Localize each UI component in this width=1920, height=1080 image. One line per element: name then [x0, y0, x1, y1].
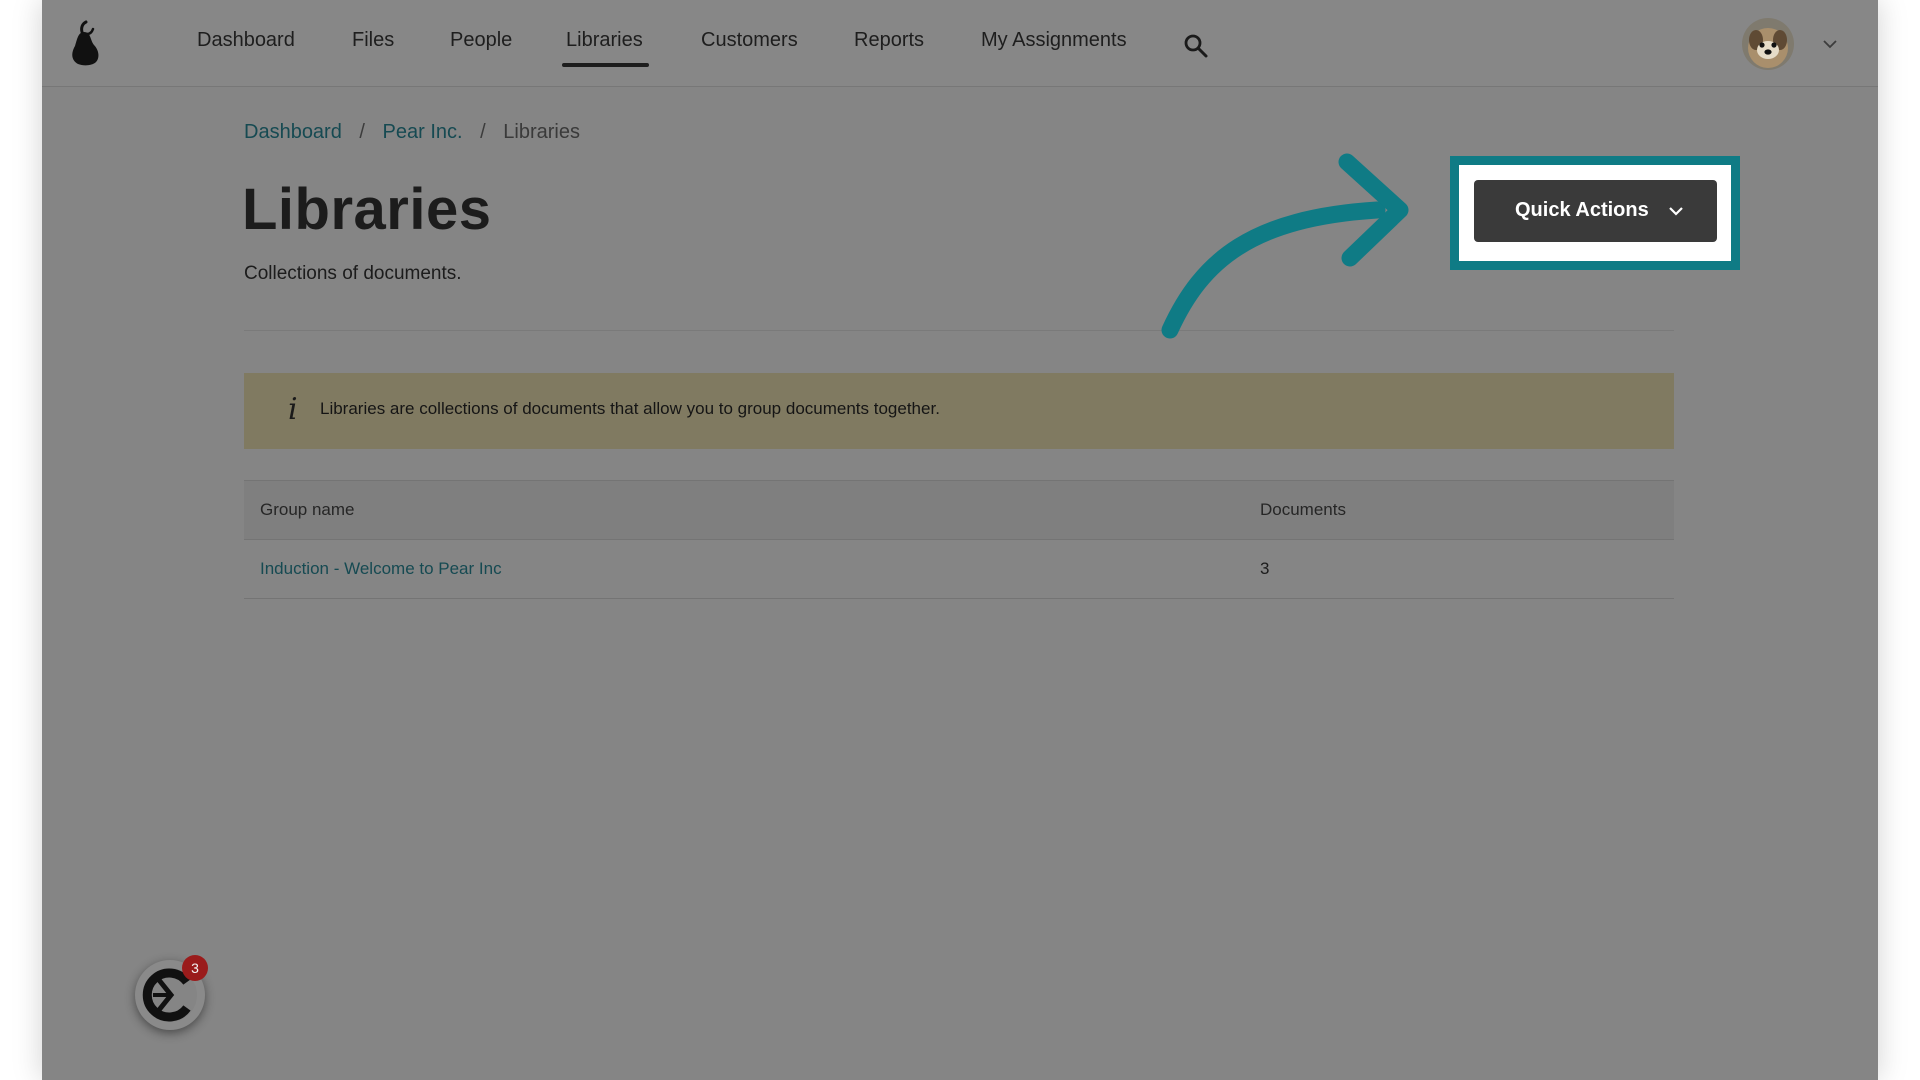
nav-dashboard[interactable]: Dashboard [197, 29, 295, 52]
info-icon: i [288, 392, 298, 427]
quick-actions-label: Quick Actions [1515, 199, 1649, 221]
avatar-image [1742, 18, 1794, 70]
avatar[interactable] [1742, 18, 1794, 70]
active-tab-indicator [562, 63, 649, 67]
document-count: 3 [1260, 559, 1270, 578]
divider [244, 330, 1674, 331]
column-header-group-name[interactable]: Group name [260, 500, 355, 520]
chevron-down-icon [1669, 207, 1683, 216]
info-banner: i Libraries are collections of documents… [244, 373, 1674, 449]
nav-people[interactable]: People [450, 29, 512, 52]
breadcrumb-libraries: Libraries [503, 121, 580, 143]
group-name-link[interactable]: Induction - Welcome to Pear Inc [260, 559, 502, 579]
search-icon[interactable] [1183, 33, 1209, 59]
page: Dashboard Files People Libraries Custome… [0, 0, 1920, 1080]
notification-badge[interactable]: 3 [182, 955, 208, 981]
table-header: Group name Documents [244, 480, 1674, 540]
info-text: Libraries are collections of documents t… [320, 399, 940, 418]
libraries-table: Group name Documents Induction - Welcome… [244, 480, 1674, 599]
nav-reports[interactable]: Reports [854, 29, 924, 52]
quick-actions-button[interactable]: Quick Actions [1474, 180, 1717, 242]
page-subtitle: Collections of documents. [244, 263, 462, 284]
breadcrumb: Dashboard / Pear Inc. / Libraries [244, 121, 580, 144]
page-title: Libraries [242, 177, 492, 242]
breadcrumb-pear-inc[interactable]: Pear Inc. [383, 121, 463, 143]
annotation-arrow [1161, 153, 1409, 339]
nav-files[interactable]: Files [352, 29, 394, 52]
breadcrumb-separator: / [359, 121, 365, 143]
nav-customers[interactable]: Customers [701, 29, 798, 52]
breadcrumb-separator: / [480, 121, 486, 143]
chevron-down-icon[interactable] [1822, 38, 1838, 50]
column-header-documents[interactable]: Documents [1260, 500, 1346, 520]
app-window: Dashboard Files People Libraries Custome… [42, 0, 1878, 1080]
top-nav: Dashboard Files People Libraries Custome… [42, 0, 1878, 87]
breadcrumb-dashboard[interactable]: Dashboard [244, 121, 342, 143]
nav-libraries[interactable]: Libraries [566, 29, 643, 52]
nav-my-assignments[interactable]: My Assignments [981, 29, 1127, 52]
pear-logo[interactable] [66, 20, 102, 66]
table-row: Induction - Welcome to Pear Inc 3 [244, 540, 1674, 599]
